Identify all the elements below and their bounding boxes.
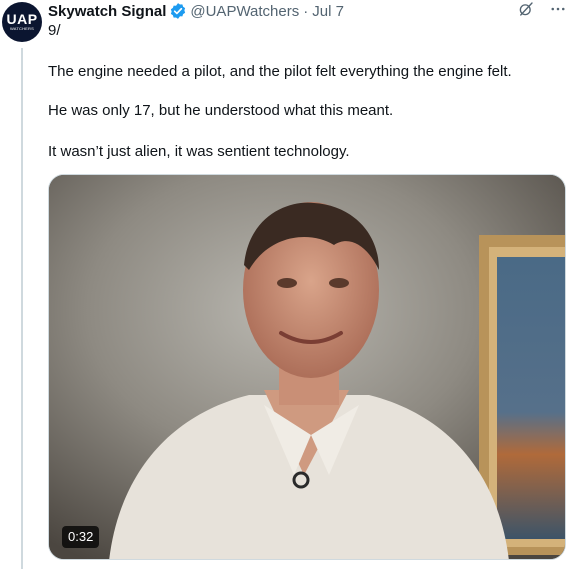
avatar-logo-text: UAP (6, 11, 38, 27)
post-paragraph: It wasn’t just alien, it was sentient te… (48, 143, 350, 160)
post-paragraph: The engine needed a pilot, and the pilot… (48, 63, 512, 80)
handle[interactable]: @UAPWatchers (190, 3, 299, 20)
top-actions (517, 0, 567, 18)
video-thumbnail (49, 175, 565, 559)
grok-icon[interactable] (517, 0, 535, 18)
post-date[interactable]: Jul 7 (312, 3, 344, 20)
thread-number: 9/ (48, 22, 61, 39)
post-header: Skywatch Signal @UAPWatchers · Jul 7 (48, 1, 344, 21)
more-icon[interactable] (549, 0, 567, 18)
verified-badge-icon[interactable] (169, 2, 187, 20)
video-duration-badge: 0:32 (62, 526, 100, 548)
avatar[interactable]: UAP WATCHERS (2, 2, 42, 42)
thread-connector-line (21, 48, 23, 569)
post-paragraph: He was only 17, but he understood what t… (48, 102, 394, 119)
display-name[interactable]: Skywatch Signal (48, 3, 166, 20)
video-player[interactable]: 0:32 (48, 174, 566, 560)
separator-dot: · (303, 2, 309, 20)
avatar-logo-subtext: WATCHERS (9, 26, 35, 31)
